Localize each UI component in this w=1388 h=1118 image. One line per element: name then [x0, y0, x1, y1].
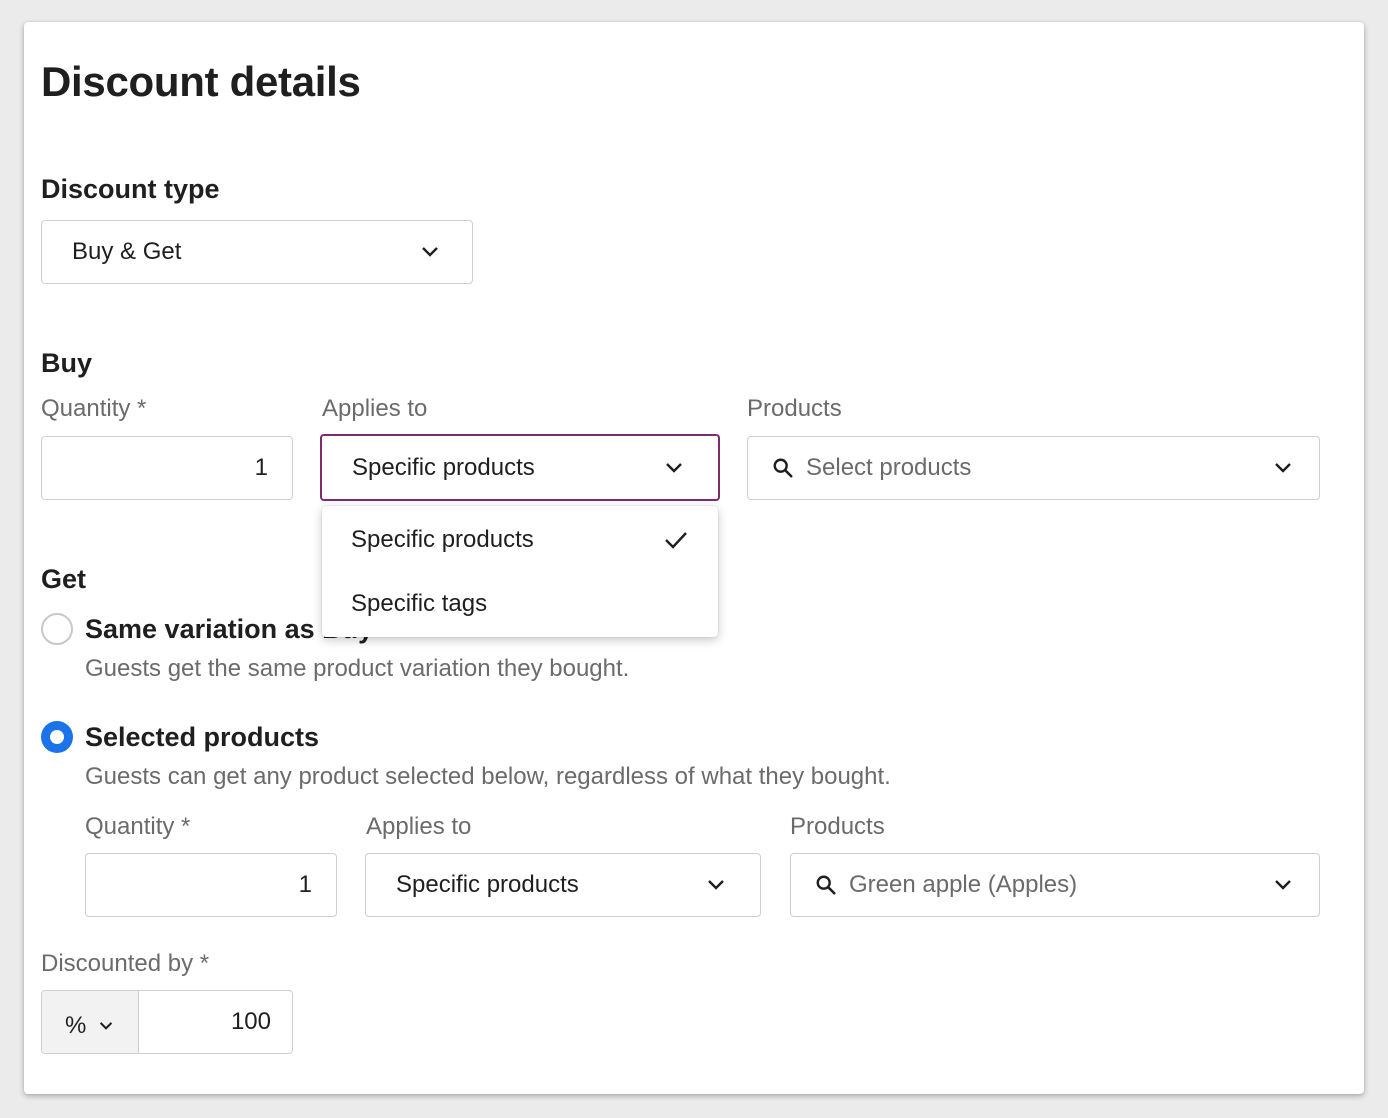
discount-unit-select[interactable]: %	[42, 991, 139, 1053]
menu-item-label: Specific products	[351, 526, 534, 553]
discounted-by-field: % 100	[41, 990, 293, 1054]
buy-quantity-value: 1	[254, 454, 268, 481]
same-variation-description: Guests get the same product variation th…	[85, 655, 630, 682]
get-quantity-input[interactable]: 1	[85, 853, 337, 917]
get-applies-to-label: Applies to	[366, 813, 472, 840]
discount-details-card: Discount details Discount type Buy & Get…	[24, 22, 1364, 1094]
get-quantity-value: 1	[298, 871, 312, 898]
discount-amount-input[interactable]: 100	[231, 1008, 271, 1036]
chevron-down-icon	[666, 462, 682, 473]
menu-item-specific-products[interactable]: Specific products	[322, 508, 718, 572]
chevron-down-icon	[99, 1022, 113, 1030]
get-quantity-label: Quantity *	[85, 813, 191, 840]
get-heading: Get	[41, 564, 87, 594]
discounted-by-label: Discounted by *	[41, 950, 210, 977]
buy-applies-to-label: Applies to	[322, 395, 428, 422]
menu-item-specific-tags[interactable]: Specific tags	[322, 572, 718, 636]
chevron-down-icon	[1275, 880, 1291, 890]
chevron-down-icon	[708, 880, 724, 890]
same-variation-radio[interactable]	[41, 613, 73, 645]
search-icon	[773, 458, 793, 478]
discount-type-select[interactable]: Buy & Get	[41, 220, 473, 284]
page-title: Discount details	[41, 58, 361, 105]
get-products-value: Green apple (Apples)	[849, 871, 1078, 898]
discount-unit-value: %	[65, 1012, 87, 1039]
get-applies-to-select[interactable]: Specific products	[365, 853, 761, 917]
buy-products-label: Products	[747, 395, 842, 422]
buy-applies-to-select[interactable]: Specific products	[320, 434, 720, 501]
get-products-select[interactable]: Green apple (Apples)	[790, 853, 1320, 917]
applies-to-dropdown-menu: Specific products Specific tags	[322, 506, 718, 637]
get-applies-to-value: Specific products	[396, 871, 579, 898]
buy-heading: Buy	[41, 348, 93, 378]
buy-products-select[interactable]: Select products	[747, 436, 1320, 500]
chevron-down-icon	[1275, 463, 1291, 473]
buy-applies-to-value: Specific products	[352, 453, 535, 481]
menu-item-label: Specific tags	[351, 590, 488, 617]
selected-products-title: Selected products	[85, 722, 320, 752]
selected-products-description: Guests can get any product selected belo…	[85, 763, 891, 790]
buy-quantity-input[interactable]: 1	[41, 436, 293, 500]
chevron-down-icon	[422, 247, 438, 257]
search-icon	[816, 875, 836, 895]
discount-type-value: Buy & Get	[72, 238, 182, 265]
checkmark-icon	[665, 532, 687, 549]
get-products-label: Products	[790, 813, 885, 840]
buy-quantity-label: Quantity *	[41, 395, 147, 422]
selected-products-radio[interactable]	[41, 721, 73, 753]
discount-type-label: Discount type	[41, 174, 220, 204]
buy-products-placeholder: Select products	[806, 454, 972, 481]
